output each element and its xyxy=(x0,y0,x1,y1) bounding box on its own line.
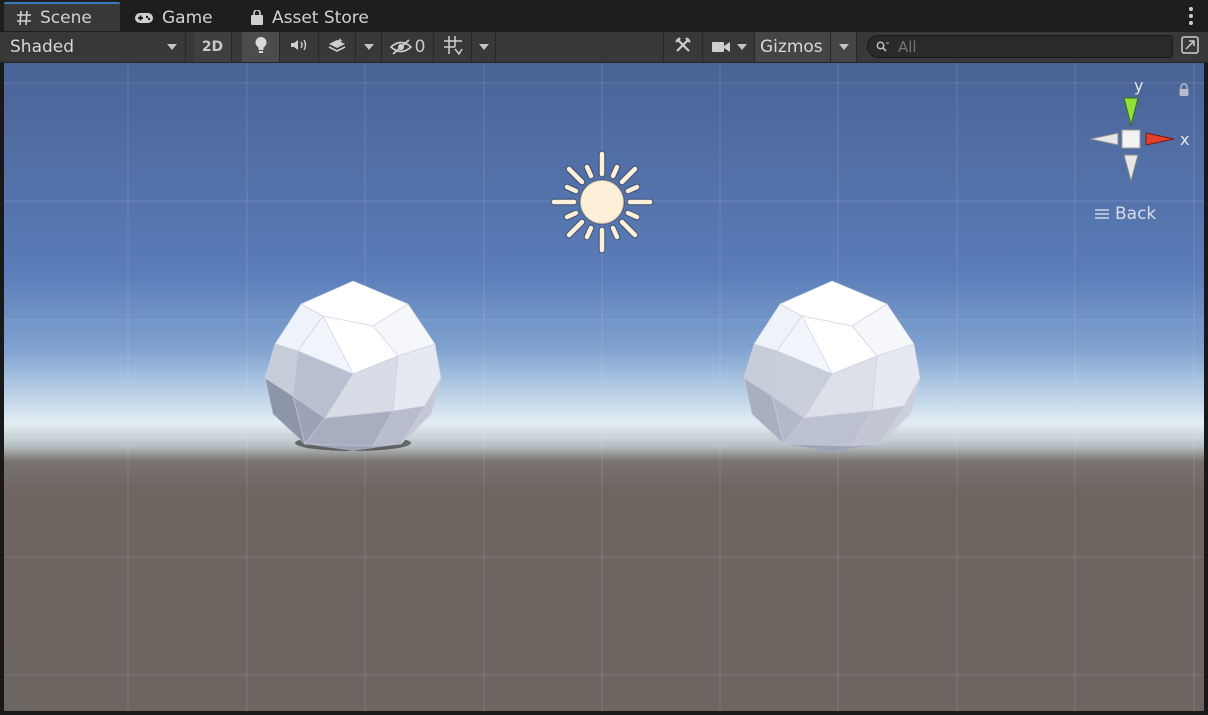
draw-mode-value: Shaded xyxy=(10,37,75,57)
axis-y-cone[interactable] xyxy=(1123,97,1139,127)
scene-viewport[interactable]: y x Back xyxy=(4,63,1204,711)
grid-toggle[interactable] xyxy=(434,32,472,62)
search-input[interactable] xyxy=(896,36,1160,57)
axis-x-label: x xyxy=(1180,130,1189,149)
orientation-gizmo[interactable]: y x xyxy=(1086,75,1196,205)
gizmos-dropdown[interactable] xyxy=(831,32,857,62)
scene-visibility-toggle[interactable]: 0 xyxy=(382,32,434,62)
eye-slash-icon xyxy=(389,39,412,55)
chevron-down-icon xyxy=(167,44,177,50)
hash-icon xyxy=(16,10,32,26)
scene-audio-toggle[interactable] xyxy=(280,32,319,62)
scene-effects-toggle[interactable] xyxy=(319,32,356,62)
chevron-down-icon xyxy=(363,44,374,50)
axis-y-label: y xyxy=(1134,76,1143,95)
tab-scene[interactable]: Scene xyxy=(4,2,120,31)
gamepad-icon xyxy=(134,11,154,25)
maximize-button[interactable] xyxy=(1176,32,1204,62)
draw-mode-dropdown[interactable]: Shaded xyxy=(0,32,186,62)
menu-lines-icon xyxy=(1095,209,1109,219)
lightbulb-icon xyxy=(254,36,268,58)
search-icon xyxy=(876,41,890,53)
chevron-down-icon xyxy=(478,44,489,50)
tab-label: Scene xyxy=(40,7,92,28)
scene-toolbar: Shaded 2D 0 Gizmos All xyxy=(0,32,1208,63)
maximize-icon xyxy=(1180,35,1200,59)
tab-label: Game xyxy=(162,7,213,28)
tab-label: Asset Store xyxy=(272,7,369,28)
effects-dropdown[interactable] xyxy=(356,32,382,62)
axis-neg-x-cone[interactable] xyxy=(1089,132,1119,146)
editor-tools-button[interactable] xyxy=(663,32,703,62)
wrench-hammer-icon xyxy=(674,36,692,58)
gizmos-label: Gizmos xyxy=(760,37,823,57)
tab-game[interactable]: Game xyxy=(134,3,213,32)
toggle-2d-label: 2D xyxy=(201,39,224,55)
axis-x-cone[interactable] xyxy=(1145,132,1175,146)
axis-neg-y-cone[interactable] xyxy=(1123,154,1139,183)
chevron-down-icon xyxy=(838,44,849,50)
grid-icon xyxy=(443,35,463,59)
scene-render xyxy=(4,63,1204,711)
chevron-down-icon xyxy=(736,44,747,50)
scene-window-tab-bar: Scene Game Asset Store xyxy=(0,0,1208,33)
effects-layers-icon xyxy=(327,37,347,57)
more-options-icon[interactable] xyxy=(1188,7,1194,25)
toggle-2d-button[interactable]: 2D xyxy=(194,32,232,62)
search-field[interactable] xyxy=(867,35,1173,58)
grid-dropdown[interactable] xyxy=(472,32,496,62)
speaker-icon xyxy=(289,38,309,56)
view-direction-label[interactable]: Back xyxy=(1094,204,1156,224)
shopping-bag-icon xyxy=(250,9,264,26)
view-direction-text: Back xyxy=(1115,204,1157,224)
gizmo-center-cube[interactable] xyxy=(1121,129,1141,149)
gizmos-button[interactable]: Gizmos xyxy=(755,32,831,62)
scene-lighting-toggle[interactable] xyxy=(242,32,280,62)
camera-settings-dropdown[interactable] xyxy=(703,32,755,62)
directional-light-icon[interactable] xyxy=(550,150,654,254)
camera-icon xyxy=(711,40,731,54)
hidden-objects-count: 0 xyxy=(414,37,426,57)
tab-asset-store[interactable]: Asset Store xyxy=(250,3,369,32)
